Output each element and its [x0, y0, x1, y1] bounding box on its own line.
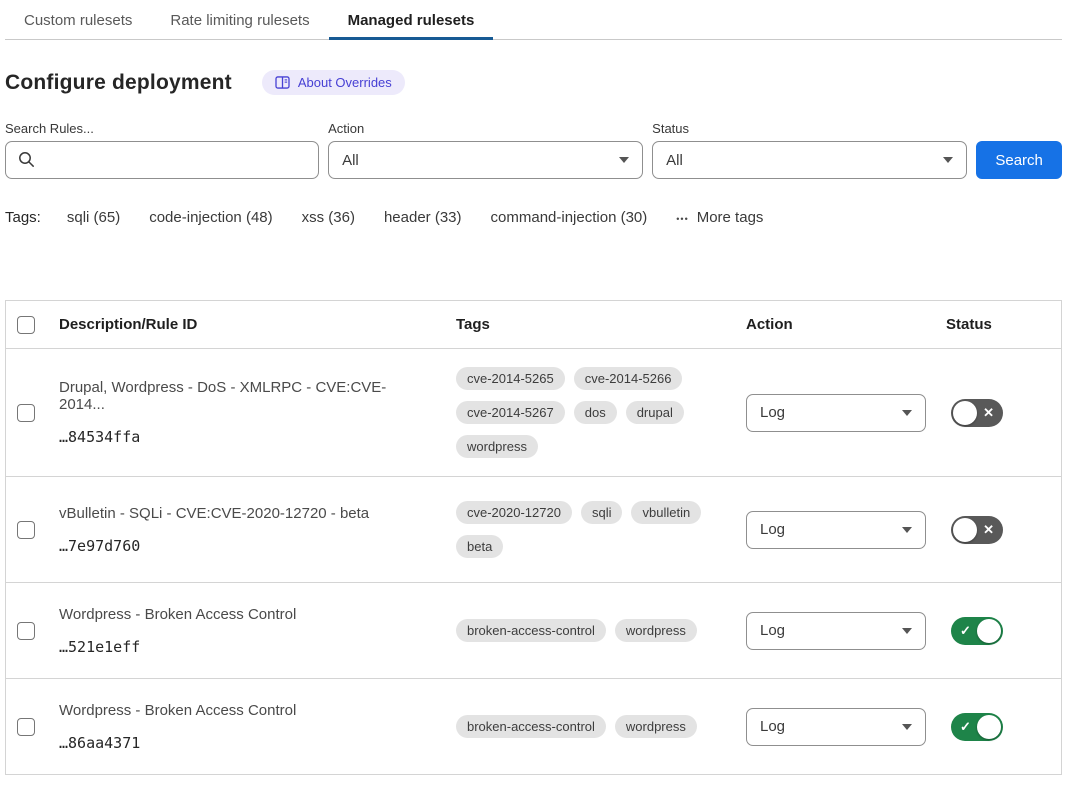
action-select-value: Log: [760, 622, 785, 639]
tag-pill: wordpress: [615, 715, 697, 738]
tag-pill: cve-2014-5265: [456, 367, 565, 390]
rule-tags: broken-access-control wordpress: [451, 619, 741, 642]
rule-id: …521e1eff: [59, 638, 431, 656]
tags-label: Tags:: [5, 209, 41, 226]
tab-managed-rulesets[interactable]: Managed rulesets: [329, 0, 494, 40]
about-overrides-link[interactable]: About Overrides: [262, 70, 405, 95]
tag-pill: cve-2020-12720: [456, 501, 572, 524]
search-icon: [18, 151, 35, 173]
page-header: Configure deployment About Overrides: [5, 70, 1062, 95]
action-select[interactable]: Log: [746, 511, 926, 549]
more-tags-label: More tags: [697, 209, 764, 226]
rule-id: …7e97d760: [59, 537, 431, 555]
column-header-action: Action: [741, 316, 941, 333]
chevron-down-icon: [902, 724, 912, 730]
tag-pill: cve-2014-5266: [574, 367, 683, 390]
toggle-knob: [953, 401, 977, 425]
rule-description: vBulletin - SQLi - CVE:CVE-2020-12720 - …: [59, 505, 431, 522]
tag-pill: drupal: [626, 401, 684, 424]
status-filter-select[interactable]: All: [652, 141, 967, 179]
action-select[interactable]: Log: [746, 708, 926, 746]
tag-filter-header[interactable]: header (33): [384, 209, 462, 226]
chevron-down-icon: [902, 527, 912, 533]
action-filter-label: Action: [328, 121, 643, 136]
table-body: Drupal, Wordpress - DoS - XMLRPC - CVE:C…: [6, 349, 1061, 775]
more-tags-button[interactable]: ••• More tags: [676, 209, 763, 226]
tag-pill: wordpress: [615, 619, 697, 642]
tab-bar: Custom rulesets Rate limiting rulesets M…: [5, 0, 1062, 40]
tab-custom-rulesets[interactable]: Custom rulesets: [5, 0, 151, 39]
action-select[interactable]: Log: [746, 612, 926, 650]
action-filter-value: All: [342, 152, 359, 169]
action-select-value: Log: [760, 718, 785, 735]
tag-filter-xss[interactable]: xss (36): [302, 209, 355, 226]
select-all-checkbox[interactable]: [17, 316, 35, 334]
status-toggle[interactable]: ✕: [951, 516, 1003, 544]
tag-filter-command-injection[interactable]: command-injection (30): [491, 209, 648, 226]
toggle-knob: [977, 715, 1001, 739]
ellipsis-icon: •••: [676, 214, 688, 224]
page-title: Configure deployment: [5, 71, 232, 95]
toggle-knob: [977, 619, 1001, 643]
status-filter-value: All: [666, 152, 683, 169]
tags-bar: Tags: sqli (65) code-injection (48) xss …: [5, 209, 1062, 226]
status-toggle[interactable]: ✕: [951, 399, 1003, 427]
tag-filter-code-injection[interactable]: code-injection (48): [149, 209, 272, 226]
toggle-knob: [953, 518, 977, 542]
status-toggle[interactable]: ✓: [951, 713, 1003, 741]
action-filter-select[interactable]: All: [328, 141, 643, 179]
column-header-description: Description/Rule ID: [54, 316, 451, 333]
table-header-row: Description/Rule ID Tags Action Status: [6, 301, 1061, 349]
tag-pill: wordpress: [456, 435, 538, 458]
row-checkbox[interactable]: [17, 622, 35, 640]
rule-description: Wordpress - Broken Access Control: [59, 606, 431, 623]
page: Custom rulesets Rate limiting rulesets M…: [0, 0, 1067, 775]
rule-id: …86aa4371: [59, 734, 431, 752]
table-row: Wordpress - Broken Access Control …521e1…: [6, 583, 1061, 679]
check-icon: ✓: [960, 719, 971, 735]
action-select-value: Log: [760, 521, 785, 538]
rule-description: Wordpress - Broken Access Control: [59, 702, 431, 719]
filter-bar: Search Rules... Action All Status: [5, 121, 1062, 179]
action-select-value: Log: [760, 404, 785, 421]
rules-table: Description/Rule ID Tags Action Status D…: [5, 300, 1062, 775]
tag-pill: vbulletin: [631, 501, 701, 524]
chevron-down-icon: [902, 628, 912, 634]
tag-pill: cve-2014-5267: [456, 401, 565, 424]
chevron-down-icon: [902, 410, 912, 416]
x-icon: ✕: [983, 405, 994, 421]
book-icon: [275, 76, 290, 89]
chevron-down-icon: [619, 157, 629, 163]
chevron-down-icon: [943, 157, 953, 163]
search-rules-label: Search Rules...: [5, 121, 319, 136]
tag-pill: broken-access-control: [456, 619, 606, 642]
column-header-status: Status: [941, 316, 1061, 333]
rule-tags: cve-2020-12720 sqli vbulletin beta: [451, 501, 741, 558]
search-button[interactable]: Search: [976, 141, 1062, 179]
status-filter-label: Status: [652, 121, 967, 136]
column-header-tags: Tags: [451, 316, 741, 333]
rule-tags: broken-access-control wordpress: [451, 715, 741, 738]
table-row: Wordpress - Broken Access Control …86aa4…: [6, 679, 1061, 775]
status-toggle[interactable]: ✓: [951, 617, 1003, 645]
rule-id: …84534ffa: [59, 428, 431, 446]
action-select[interactable]: Log: [746, 394, 926, 432]
row-checkbox[interactable]: [17, 718, 35, 736]
tag-filter-sqli[interactable]: sqli (65): [67, 209, 120, 226]
x-icon: ✕: [983, 522, 994, 538]
tag-pill: broken-access-control: [456, 715, 606, 738]
tab-rate-limiting-rulesets[interactable]: Rate limiting rulesets: [151, 0, 328, 39]
search-rules-input[interactable]: [5, 141, 319, 179]
about-overrides-label: About Overrides: [298, 75, 392, 90]
table-row: vBulletin - SQLi - CVE:CVE-2020-12720 - …: [6, 477, 1061, 583]
table-row: Drupal, Wordpress - DoS - XMLRPC - CVE:C…: [6, 349, 1061, 477]
rule-description: Drupal, Wordpress - DoS - XMLRPC - CVE:C…: [59, 379, 431, 413]
tag-pill: sqli: [581, 501, 623, 524]
tag-pill: beta: [456, 535, 503, 558]
tag-pill: dos: [574, 401, 617, 424]
rule-tags: cve-2014-5265 cve-2014-5266 cve-2014-5267 d…: [451, 367, 741, 458]
row-checkbox[interactable]: [17, 404, 35, 422]
check-icon: ✓: [960, 623, 971, 639]
row-checkbox[interactable]: [17, 521, 35, 539]
